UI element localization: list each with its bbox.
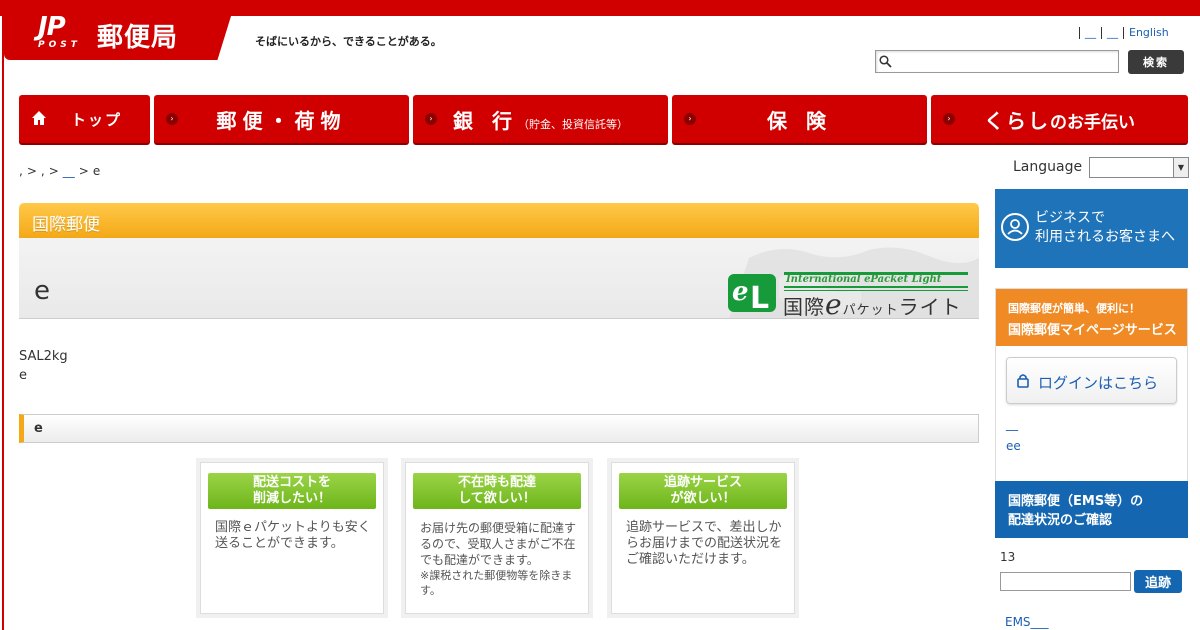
business-customers-banner[interactable]: ビジネスで 利用されるお客さまへ	[995, 189, 1188, 268]
nav-life[interactable]: › くらしのお手伝い	[931, 95, 1188, 143]
sub-section-title: e	[19, 414, 979, 443]
mypage-link-1[interactable]: __	[1006, 417, 1018, 431]
feature-card-heading: 不在時も配達 して欲しい！	[413, 473, 581, 509]
nav-bank-sub: （貯金、投資信託等）	[517, 117, 628, 131]
feature-card-tracking: 追跡サービス が欲しい！ 追跡サービスで、差出しからお届けまでの配送状況をご確認…	[611, 462, 795, 614]
search-input[interactable]	[894, 52, 1116, 71]
feature-card-note: ※課税された郵便物等を除きます。	[420, 569, 573, 597]
breadcrumb-sep: >	[78, 164, 89, 178]
breadcrumb-sep: >	[26, 164, 37, 178]
mypage-header: 国際郵便が簡単、便利に！ 国際郵便マイページサービス	[996, 289, 1187, 346]
business-banner-text: ビジネスで 利用されるお客さまへ	[1035, 209, 1175, 247]
service-logo-jp-small: パケット	[842, 303, 899, 318]
breadcrumb-item[interactable]: __	[63, 164, 75, 178]
feature-card-heading-line: 配送コストを	[252, 475, 331, 490]
tracking-title-line: 配達状況のご確認	[1008, 513, 1113, 528]
feature-card-heading-line: 追跡サービス	[663, 475, 742, 490]
chevron-right-icon: ›	[943, 113, 955, 125]
mypage-title: 国際郵便マイページサービス	[1008, 323, 1177, 338]
feature-card-body-text: お届け先の郵便受箱に配達するので、受取人さまがご不在でも配達ができます。	[420, 521, 577, 567]
tracking-header: 国際郵便（EMS等）の 配達状況のご確認	[995, 481, 1188, 538]
login-link[interactable]: ログインはこちら	[1038, 372, 1158, 393]
util-separator	[1101, 26, 1102, 39]
breadcrumb-item[interactable]: ,	[19, 164, 23, 178]
home-icon	[32, 111, 46, 125]
svg-text:e: e	[732, 277, 749, 307]
nav-life-label: くらしのお手伝い	[931, 105, 1188, 134]
login-button[interactable]: ログインはこちら	[1006, 357, 1177, 404]
left-red-rule	[2, 0, 4, 630]
feature-card-heading-line: 削減したい！	[252, 491, 331, 506]
breadcrumb-sep: >	[48, 164, 59, 178]
service-logo-jp-e: e	[825, 288, 843, 321]
service-logo-jp: 国際eパケットライト	[783, 288, 962, 321]
breadcrumb-item[interactable]: ,	[41, 164, 45, 178]
track-button[interactable]: 追跡	[1134, 570, 1182, 593]
business-banner-line: ビジネスで	[1035, 210, 1105, 226]
tracking-number-input[interactable]	[1000, 572, 1131, 591]
feature-card-body: 国際ｅパケットよりも安く送ることができます。	[215, 520, 371, 551]
language-select[interactable]: ▼	[1089, 157, 1189, 178]
feature-card-heading-line: が欲しい！	[670, 491, 736, 506]
util-link-2[interactable]: __	[1107, 26, 1118, 39]
svg-text:L: L	[750, 281, 769, 316]
nav-postal[interactable]: › 郵便・荷物	[154, 95, 409, 143]
language-label: Language	[1013, 159, 1083, 175]
tracking-panel: 国際郵便（EMS等）の 配達状況のご確認 13 追跡 EMS___	[995, 481, 1188, 630]
nav-bank[interactable]: › 銀 行（貯金、投資信託等）	[413, 95, 668, 143]
site-search	[875, 50, 1119, 73]
util-link-1[interactable]: __	[1085, 26, 1096, 39]
lock-icon	[1017, 374, 1029, 388]
breadcrumb-current: e	[92, 164, 101, 178]
search-icon	[879, 55, 892, 68]
intro-line-1: SAL2kg	[19, 349, 68, 364]
chevron-right-icon: ›	[166, 113, 178, 125]
service-logo-jp-prefix: 国際	[783, 295, 825, 319]
jp-post-logo-text: POST	[38, 40, 81, 50]
mypage-subtitle: 国際郵便が簡単、便利に！	[1008, 302, 1140, 315]
feature-card-cost: 配送コストを 削減したい！ 国際ｅパケットよりも安く送ることができます。	[200, 462, 384, 614]
util-separator	[1123, 26, 1124, 39]
feature-card-heading: 追跡サービス が欲しい！	[619, 473, 787, 509]
section-title: 国際郵便	[19, 203, 979, 238]
chevron-down-icon: ▼	[1173, 158, 1188, 177]
nav-insurance[interactable]: › 保 険	[672, 95, 927, 143]
site-logo-name[interactable]: 郵便局	[97, 17, 178, 54]
page-title: e	[34, 276, 50, 306]
util-separator	[1079, 26, 1080, 39]
service-logo-jp-suffix: ライト	[898, 295, 962, 319]
tracking-count-label: 13	[1000, 550, 1016, 564]
ems-link[interactable]: EMS___	[1005, 615, 1049, 629]
mypage-link-2[interactable]: ee	[1006, 439, 1021, 453]
service-logo-en: International ePacket Light	[786, 274, 942, 285]
chevron-right-icon: ›	[425, 113, 437, 125]
tracking-title-line: 国際郵便（EMS等）の	[1008, 494, 1144, 509]
mypage-panel: 国際郵便が簡単、便利に！ 国際郵便マイページサービス ログインはこちら __ e…	[995, 288, 1188, 493]
person-icon	[1001, 213, 1029, 241]
search-button[interactable]: 検索	[1128, 50, 1184, 74]
nav-bank-label: 銀 行（貯金、投資信託等）	[413, 105, 668, 134]
nav-life-sub: のお手伝い	[1050, 112, 1135, 133]
nav-home[interactable]: トップ	[19, 95, 150, 143]
feature-card-delivery: 不在時も配達 して欲しい！ お届け先の郵便受箱に配達するので、受取人さまがご不在…	[405, 462, 589, 614]
nav-bank-text: 銀 行	[453, 108, 518, 133]
feature-card-heading-line: 不在時も配達	[457, 475, 536, 490]
jp-post-logo-mark[interactable]: JP	[38, 14, 84, 40]
feature-card-heading: 配送コストを 削減したい！	[208, 473, 376, 509]
english-link[interactable]: English	[1129, 26, 1169, 39]
breadcrumb: , > , > __ > e	[19, 164, 100, 178]
intro-line-2: e	[19, 368, 27, 383]
feature-card-body: 追跡サービスで、差出しからお届けまでの配送状況をご確認いただけます。	[626, 520, 783, 567]
nav-life-text: くらし	[984, 108, 1050, 133]
business-banner-line: 利用されるお客さまへ	[1035, 229, 1175, 245]
feature-card-body: お届け先の郵便受箱に配達するので、受取人さまがご不在でも配達ができます。 ※課税…	[420, 520, 580, 598]
nav-insurance-label: 保 険	[767, 108, 832, 133]
intro-text: SAL2kg e	[19, 347, 68, 385]
nav-postal-label: 郵便・荷物	[216, 108, 347, 133]
utility-links: __ __ English	[1076, 26, 1169, 39]
tagline: そばにいるから、できることがある。	[255, 35, 442, 48]
chevron-right-icon: ›	[684, 113, 696, 125]
feature-card-heading-line: して欲しい！	[458, 491, 536, 506]
